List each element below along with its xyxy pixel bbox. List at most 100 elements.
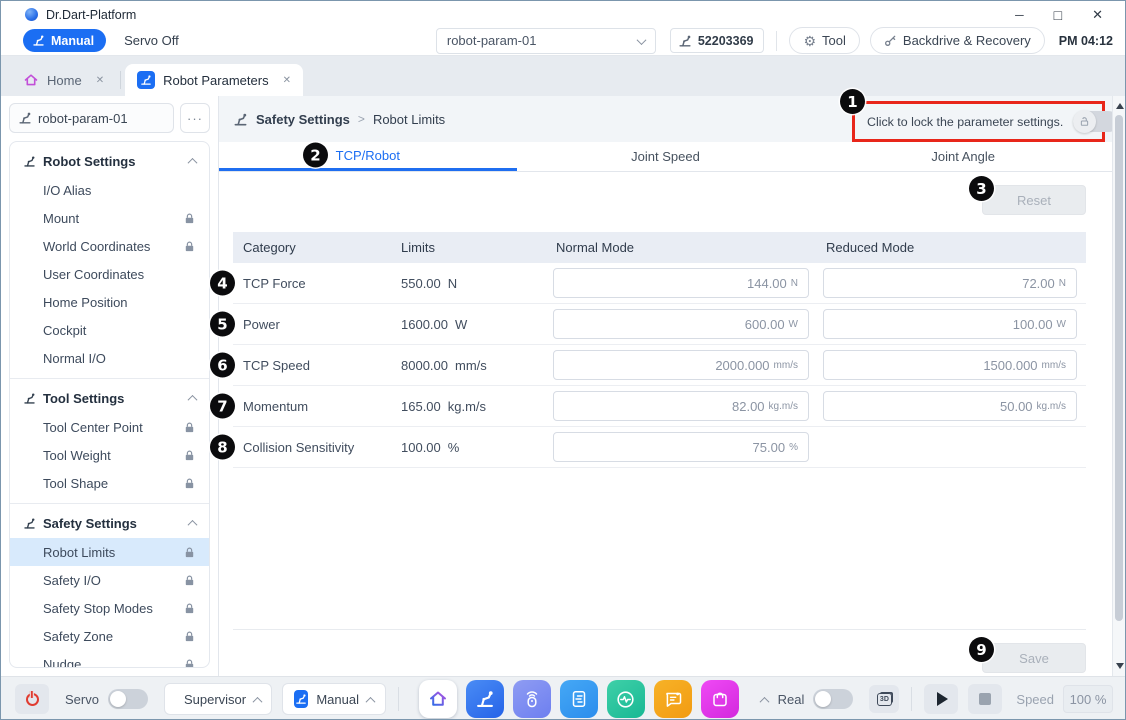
table-row-tcp-speed: 6TCP Speed8000.00mm/s2000.000mm/s1500.00… — [233, 345, 1086, 386]
real-sim-toggle[interactable] — [813, 689, 853, 709]
row-limit: 100.00% — [391, 440, 546, 455]
servo-toggle[interactable] — [108, 689, 148, 709]
lock-icon — [183, 240, 196, 253]
robot-arm-icon — [295, 693, 307, 705]
power-button[interactable] — [15, 684, 49, 714]
scroll-up-icon[interactable] — [1116, 103, 1124, 109]
mode-select-dropdown[interactable]: Manual — [282, 683, 386, 715]
main-content: Safety Settings > Robot Limits 1 Click t… — [219, 96, 1125, 676]
sidebar-item-home-position[interactable]: Home Position — [10, 288, 209, 316]
dock-expand-chevron-up-icon[interactable] — [760, 696, 770, 706]
maximize-button[interactable]: □ — [1054, 8, 1062, 22]
sidebar-item-safety-i-o[interactable]: Safety I/O — [10, 566, 209, 594]
lock-icon — [183, 630, 196, 643]
param-select-value: robot-param-01 — [447, 33, 537, 48]
sidebar-item-normal-i-o[interactable]: Normal I/O — [10, 344, 209, 372]
monitoring-app-icon[interactable] — [607, 680, 645, 718]
normal-mode-input[interactable]: 144.00N — [553, 268, 809, 298]
sidebar-item-cockpit[interactable]: Cockpit — [10, 316, 209, 344]
tab-robot-parameters-label: Robot Parameters — [163, 73, 269, 88]
tab-joint-speed[interactable]: Joint Speed — [517, 142, 815, 171]
save-button-label: Save — [1019, 651, 1049, 666]
sidebar-item-label: Normal I/O — [43, 351, 106, 366]
tab-tcp-robot[interactable]: 2 TCP/Robot — [219, 142, 517, 171]
reset-button[interactable]: 3 Reset — [982, 185, 1086, 215]
role-select-dropdown[interactable]: Supervisor — [164, 683, 272, 715]
annotation-badge-6: 6 — [210, 353, 235, 378]
viewer-3d-button[interactable]: 3D — [869, 685, 899, 713]
tab-home[interactable]: Home ✕ — [11, 64, 116, 96]
sidebar-section-safety-settings: Safety SettingsRobot LimitsSafety I/OSaf… — [10, 503, 209, 668]
reduced-mode-input[interactable]: 72.00N — [823, 268, 1077, 298]
annotation-badge-5: 5 — [210, 312, 235, 337]
reduced-mode-input[interactable]: 100.00W — [823, 309, 1077, 339]
row-limit: 550.00N — [391, 276, 546, 291]
tab-close-icon[interactable]: ✕ — [283, 75, 291, 86]
sidebar-item-nudge[interactable]: Nudge — [10, 650, 209, 668]
stop-button[interactable] — [968, 684, 1002, 714]
jog-remote-app-icon[interactable] — [513, 680, 551, 718]
tab-robot-parameters[interactable]: Robot Parameters ✕ — [125, 64, 303, 96]
lock-icon — [183, 449, 196, 462]
sidebar-item-safety-stop-modes[interactable]: Safety Stop Modes — [10, 594, 209, 622]
column-header-limits: Limits — [391, 240, 546, 255]
scrollbar-thumb[interactable] — [1115, 115, 1123, 621]
robot-params-app-icon[interactable] — [466, 680, 504, 718]
lock-icon — [183, 421, 196, 434]
sidebar-item-tool-weight[interactable]: Tool Weight — [10, 441, 209, 469]
tool-button[interactable]: ⚙ Tool — [789, 27, 859, 54]
limits-table: Category Limits Normal Mode Reduced Mode… — [233, 232, 1086, 468]
param-name-value: robot-param-01 — [38, 111, 128, 126]
sidebar-section-header-safety-settings[interactable]: Safety Settings — [10, 508, 209, 538]
sidebar-item-tool-center-point[interactable]: Tool Center Point — [10, 413, 209, 441]
store-app-icon[interactable] — [701, 680, 739, 718]
mode-manual-button[interactable]: Manual — [23, 29, 106, 52]
sidebar-item-safety-zone[interactable]: Safety Zone — [10, 622, 209, 650]
tab-joint-angle[interactable]: Joint Angle — [814, 142, 1112, 171]
vertical-scrollbar[interactable] — [1112, 96, 1125, 676]
close-button[interactable]: ✕ — [1092, 8, 1103, 21]
tab-strip: Home ✕ Robot Parameters ✕ — [1, 56, 1125, 96]
normal-mode-input[interactable]: 82.00kg.m/s — [553, 391, 809, 421]
tab-close-icon[interactable]: ✕ — [96, 75, 104, 86]
normal-mode-cell: 2000.000mm/s — [546, 350, 816, 380]
home-icon — [23, 72, 39, 88]
speed-value-box[interactable]: 100 % — [1063, 685, 1113, 713]
param-name-field[interactable]: robot-param-01 — [9, 103, 174, 133]
scroll-down-icon[interactable] — [1116, 663, 1124, 669]
normal-mode-input[interactable]: 2000.000mm/s — [553, 350, 809, 380]
sidebar-item-user-coordinates[interactable]: User Coordinates — [10, 260, 209, 288]
sidebar-item-label: World Coordinates — [43, 239, 150, 254]
robot-serial-box[interactable]: 52203369 — [670, 28, 765, 53]
normal-mode-input[interactable]: 75.00% — [553, 432, 809, 462]
lock-icon — [183, 602, 196, 615]
sidebar-section-header-tool-settings[interactable]: Tool Settings — [10, 383, 209, 413]
top-toolbar: Manual Servo Off robot-param-01 52203369… — [1, 28, 1125, 56]
play-button[interactable] — [924, 684, 958, 714]
home-app-icon[interactable] — [419, 680, 457, 718]
normal-mode-input[interactable]: 600.00W — [553, 309, 809, 339]
lock-icon — [183, 546, 196, 559]
message-app-icon[interactable] — [654, 680, 692, 718]
reset-button-label: Reset — [1017, 193, 1051, 208]
sidebar-item-tool-shape[interactable]: Tool Shape — [10, 469, 209, 497]
annotation-badge-7: 7 — [210, 394, 235, 419]
task-editor-app-icon[interactable] — [560, 680, 598, 718]
lock-icon — [183, 477, 196, 490]
reduced-mode-input[interactable]: 1500.000mm/s — [823, 350, 1077, 380]
sidebar-item-robot-limits[interactable]: Robot Limits — [10, 538, 209, 566]
reduced-mode-input[interactable]: 50.00kg.m/s — [823, 391, 1077, 421]
sidebar-item-mount[interactable]: Mount — [10, 204, 209, 232]
tab-joint-angle-label: Joint Angle — [931, 149, 995, 164]
param-select-dropdown[interactable]: robot-param-01 — [436, 28, 656, 54]
annotation-badge-9: 9 — [969, 637, 994, 662]
sidebar-section-header-robot-settings[interactable]: Robot Settings — [10, 146, 209, 176]
breadcrumb-section[interactable]: Safety Settings — [256, 112, 350, 127]
more-options-button[interactable]: ··· — [180, 103, 210, 133]
sidebar-item-world-coordinates[interactable]: World Coordinates — [10, 232, 209, 260]
sidebar-item-i-o-alias[interactable]: I/O Alias — [10, 176, 209, 204]
save-button[interactable]: 9 Save — [982, 643, 1086, 673]
backdrive-recovery-button[interactable]: Backdrive & Recovery — [870, 27, 1045, 54]
minimize-button[interactable]: ─ — [1015, 9, 1024, 21]
servo-label: Servo — [65, 692, 99, 707]
